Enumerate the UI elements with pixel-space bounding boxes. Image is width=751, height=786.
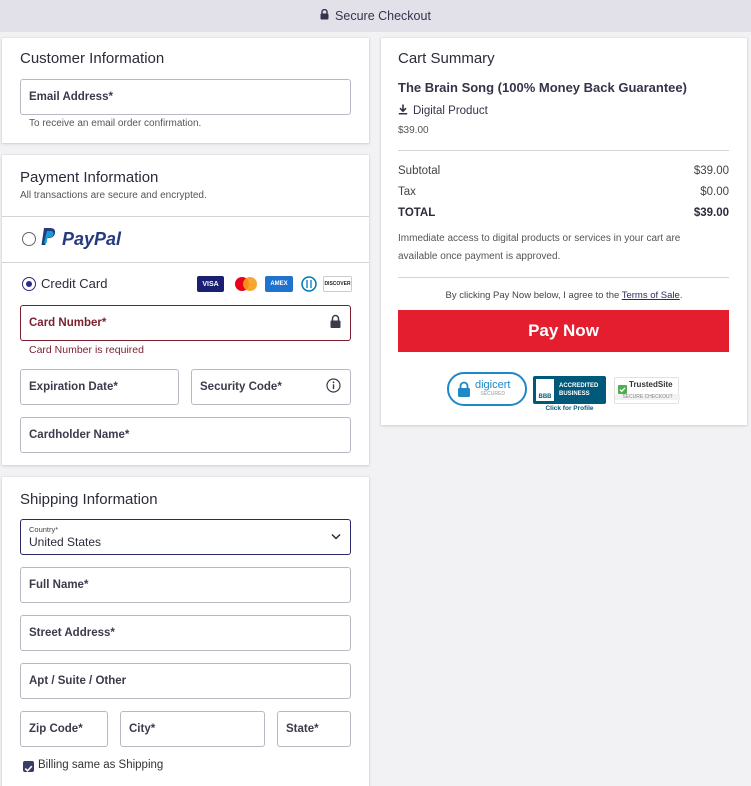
- credit-card-label[interactable]: Credit Card: [41, 276, 107, 291]
- bbb-line1: ACCREDITED: [559, 383, 599, 389]
- full-name-field[interactable]: Full Name*: [20, 567, 351, 603]
- zip-code-label: Zip Code*: [29, 723, 83, 735]
- shipping-info-card: Shipping Information Country* United Sta…: [2, 477, 369, 786]
- card-number-error: Card Number is required: [29, 344, 144, 356]
- payment-divider-top: [2, 216, 369, 217]
- lock-icon: [320, 8, 329, 23]
- diners-icon: [298, 276, 320, 292]
- email-field-label: Email Address*: [29, 91, 113, 103]
- email-field[interactable]: Email Address*: [20, 79, 351, 115]
- full-name-label: Full Name*: [29, 579, 89, 591]
- terms-suffix: .: [679, 290, 683, 301]
- bbb-click-for-profile: Click for Profile: [545, 405, 594, 412]
- visa-icon: VISA: [197, 276, 224, 292]
- card-number-label: Card Number*: [29, 317, 107, 329]
- digicert-lock-icon: [457, 381, 471, 400]
- terms-prefix: By clicking Pay Now below, I agree to th…: [445, 290, 620, 301]
- street-address-field[interactable]: Street Address*: [20, 615, 351, 651]
- secure-checkout-header: Secure Checkout: [0, 0, 751, 32]
- terms-of-sale-link[interactable]: Terms of Sale: [622, 290, 680, 301]
- header-title: Secure Checkout: [335, 9, 431, 23]
- terms-text: By clicking Pay Now below, I agree to th…: [381, 290, 747, 301]
- apt-suite-label: Apt / Suite / Other: [29, 675, 127, 687]
- discover-icon: DISCOVER: [323, 276, 352, 292]
- paypal-label: PayPal: [62, 228, 122, 249]
- mastercard-icon: [232, 276, 260, 292]
- city-label: City*: [129, 723, 156, 735]
- access-note: Immediate access to digital products or …: [398, 233, 681, 262]
- city-field[interactable]: City*: [120, 711, 265, 747]
- bbb-badge[interactable]: BBB ACCREDITED BUSINESS Click for Profil…: [533, 376, 606, 414]
- zip-code-field[interactable]: Zip Code*: [20, 711, 108, 747]
- payment-info-card: Payment Information All transactions are…: [2, 155, 369, 465]
- digicert-label: digicert: [475, 379, 511, 391]
- info-icon[interactable]: [326, 378, 341, 396]
- country-select[interactable]: Country* United States: [20, 519, 351, 555]
- digicert-sub: SECURED: [480, 391, 505, 397]
- product-price: $39.00: [398, 125, 429, 136]
- street-address-label: Street Address*: [29, 627, 115, 639]
- country-select-label: Country*: [29, 525, 59, 534]
- shipping-info-title: Shipping Information: [20, 491, 158, 508]
- trustedsite-sub: SECURE CHECKOUT: [615, 394, 680, 400]
- subtotal-label: Subtotal: [398, 165, 441, 177]
- billing-same-label[interactable]: Billing same as Shipping: [38, 759, 163, 771]
- subtotal-value: $39.00: [693, 165, 729, 177]
- product-type: Digital Product: [398, 104, 488, 118]
- billing-same-checkbox[interactable]: [23, 761, 34, 772]
- cart-divider-1: [398, 150, 729, 151]
- padlock-icon: [330, 314, 341, 332]
- download-icon: [398, 104, 408, 118]
- payment-divider-mid: [2, 262, 369, 263]
- country-select-value: United States: [29, 535, 102, 549]
- trustedsite-label: TrustedSite: [629, 380, 673, 389]
- security-code-field[interactable]: Security Code*: [191, 369, 351, 405]
- product-name: The Brain Song (100% Money Back Guarante…: [398, 80, 687, 95]
- customer-info-card: Customer Information Email Address* To r…: [2, 38, 369, 143]
- tax-label: Tax: [398, 186, 416, 198]
- tax-value: $0.00: [700, 186, 729, 198]
- paypal-icon: [40, 227, 58, 252]
- paypal-radio[interactable]: [22, 232, 36, 246]
- credit-card-radio[interactable]: [22, 277, 36, 291]
- expiration-date-field[interactable]: Expiration Date*: [20, 369, 179, 405]
- expiration-date-label: Expiration Date*: [29, 381, 118, 393]
- paypal-option[interactable]: PayPal: [40, 227, 121, 251]
- state-label: State*: [286, 723, 319, 735]
- trustedsite-badge[interactable]: TrustedSite SECURE CHECKOUT: [614, 377, 680, 404]
- cart-summary-card: Cart Summary The Brain Song (100% Money …: [381, 38, 747, 425]
- cart-divider-2: [398, 277, 729, 278]
- state-field[interactable]: State*: [277, 711, 351, 747]
- payment-info-title: Payment Information: [20, 169, 159, 186]
- cart-summary-title: Cart Summary: [398, 50, 495, 67]
- card-number-field[interactable]: Card Number*: [20, 305, 351, 341]
- checkmark-icon: [24, 765, 33, 772]
- apt-suite-field[interactable]: Apt / Suite / Other: [20, 663, 351, 699]
- email-hint: To receive an email order confirmation.: [29, 118, 202, 129]
- cardholder-name-label: Cardholder Name*: [29, 429, 130, 441]
- digicert-badge[interactable]: digicert SECURED: [447, 372, 527, 406]
- amex-icon: AMEX: [265, 276, 293, 292]
- payment-info-subtitle: All transactions are secure and encrypte…: [20, 190, 207, 201]
- cardholder-name-field[interactable]: Cardholder Name*: [20, 417, 351, 453]
- total-label: TOTAL: [398, 207, 436, 219]
- bbb-line2: BUSINESS: [559, 391, 590, 397]
- chevron-down-icon: [331, 531, 341, 543]
- customer-info-title: Customer Information: [20, 50, 165, 67]
- product-type-label: Digital Product: [413, 105, 488, 117]
- pay-now-button[interactable]: Pay Now: [398, 310, 729, 352]
- total-value: $39.00: [693, 207, 729, 219]
- bbb-logo: BBB: [536, 379, 554, 401]
- security-code-label: Security Code*: [200, 381, 282, 393]
